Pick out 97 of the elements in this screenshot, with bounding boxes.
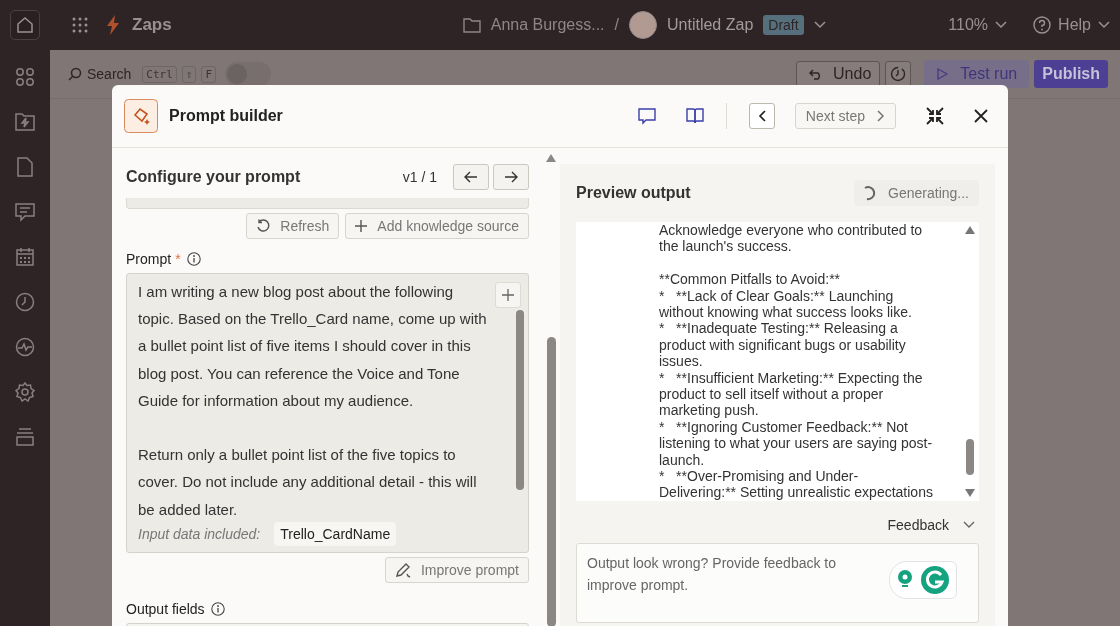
section-heading: Preview output (576, 184, 691, 202)
arrow-left-icon (464, 171, 478, 183)
search-icon (68, 67, 82, 81)
breadcrumb-separator: / (614, 16, 619, 34)
comment-icon[interactable] (637, 107, 656, 125)
chevron-down-icon (995, 21, 1008, 29)
output-line: product to sell itself without a proper (659, 386, 885, 403)
app-name[interactable]: Zaps (132, 15, 172, 35)
field-label: Prompt (126, 251, 172, 267)
improve-prompt-button[interactable]: Improve prompt (384, 557, 529, 583)
output-line: Acknowledge everyone who contributed to (659, 222, 924, 239)
chevron-left-icon (757, 110, 766, 122)
zap-title[interactable]: Untitled Zap (667, 16, 754, 34)
publish-button[interactable]: Publish (1034, 60, 1108, 88)
plus-icon (355, 220, 368, 232)
undo-button[interactable]: Undo (796, 61, 881, 87)
info-icon[interactable] (186, 252, 201, 266)
folder-name[interactable]: Anna Burgess... (490, 16, 605, 34)
avatar (629, 11, 657, 39)
data-chip[interactable]: Trello_CardName (274, 522, 397, 546)
scroll-up-icon[interactable] (965, 226, 975, 234)
insert-data-button[interactable] (495, 282, 521, 308)
book-icon[interactable] (685, 108, 704, 124)
history-button[interactable] (885, 61, 912, 87)
apps-icon[interactable] (15, 67, 35, 87)
status-badge: Draft (763, 15, 804, 35)
previous-step-button[interactable] (748, 103, 775, 129)
folder-icon (462, 17, 481, 33)
pencil-icon (394, 562, 411, 578)
output-line: * **Lack of Clear Goals:** Launching (659, 287, 895, 304)
required-mark: * (175, 251, 181, 267)
scrollbar-thumb[interactable] (516, 310, 524, 490)
output-line: launch. (659, 451, 706, 469)
scrollbar-thumb[interactable] (966, 438, 974, 475)
refresh-button[interactable]: Refresh (246, 213, 340, 239)
activity-icon[interactable] (15, 337, 35, 357)
lightning-folder-icon[interactable] (15, 112, 35, 132)
history-icon (890, 66, 907, 82)
generating-status: Generating... (854, 180, 979, 206)
chevron-down-icon (1098, 21, 1110, 29)
plus-icon (502, 289, 514, 301)
chevron-down-icon (963, 521, 975, 529)
output-line: product with significant bugs or usability (659, 336, 907, 354)
output-line: * **Over-Promising and Under- (659, 468, 860, 485)
zoom-dropdown[interactable]: 110% (948, 16, 1008, 34)
output-line: * **Ignoring Customer Feedback:** Not (659, 418, 909, 436)
scroll-down-icon[interactable] (965, 489, 975, 497)
info-icon[interactable] (210, 602, 225, 616)
output-line: Delivering:** Setting unrealistic expectations (659, 484, 934, 501)
clock-icon[interactable] (15, 292, 35, 312)
collapse-icon[interactable] (926, 107, 944, 125)
writing-assistant-widget[interactable] (889, 561, 957, 599)
arrow-right-icon (504, 171, 518, 183)
output-line: **Common Pitfalls to Avoid:** (659, 271, 842, 288)
toggle-switch[interactable] (225, 62, 272, 86)
chat-icon[interactable] (15, 202, 35, 222)
input-data-label: Input data included: (138, 526, 261, 542)
g-logo-icon (920, 565, 950, 595)
home-icon (16, 16, 34, 34)
field-label: Output fields (126, 601, 205, 617)
stack-icon[interactable] (15, 427, 35, 447)
keyboard-key: ⇧ (181, 65, 197, 83)
play-icon (936, 68, 949, 80)
prompt-field[interactable]: I am writing a new blog post about the following topic. Based on the Trello_Card name, come up with a bullet point list of five items I should cover in this blog post. You can reference the Voice and Tone Guide for information about my audience. Return only a bullet point list of the five topics to cover. Do not include any additional detail - this will be added later. Input data included: Trello_CardName (126, 273, 529, 553)
close-icon[interactable] (974, 109, 988, 123)
feedback-field[interactable]: Output look wrong? Provide feedback to improve prompt. (576, 543, 979, 623)
help-menu[interactable]: Help (1033, 16, 1110, 34)
calendar-icon[interactable] (15, 247, 35, 267)
add-knowledge-source-button[interactable]: Add knowledge source (345, 213, 529, 239)
scrollbar-thumb[interactable] (546, 337, 556, 626)
sparkle-icon (124, 99, 158, 133)
refresh-icon (256, 219, 271, 233)
output-line: listening to what your users are saying post- (659, 435, 934, 452)
output-line: issues. (659, 353, 704, 370)
next-step-button[interactable]: Next step (794, 103, 896, 129)
search-button[interactable]: Search (68, 66, 132, 82)
output-line: marketing push. (659, 402, 760, 419)
modal-title: Prompt builder (169, 107, 283, 125)
feedback-toggle[interactable]: Feedback (887, 517, 979, 533)
settings-icon[interactable] (15, 382, 35, 402)
version-label: v1 / 1 (402, 169, 437, 185)
apps-grid-icon[interactable] (72, 17, 88, 33)
home-button[interactable] (10, 10, 40, 40)
previous-version-button[interactable] (453, 164, 489, 190)
output-line: * **Inadequate Testing:** Releasing a (659, 320, 899, 337)
output-line: the launch's success. (659, 238, 793, 255)
next-version-button[interactable] (493, 164, 529, 190)
keyboard-key: F (201, 65, 217, 83)
output-line: without knowing what success looks like. (659, 304, 913, 321)
document-icon[interactable] (16, 157, 34, 177)
output-line: * **Insufficient Marketing:** Expecting the (659, 369, 924, 387)
lightning-icon (106, 15, 120, 35)
chevron-right-icon (877, 110, 885, 122)
section-heading: Configure your prompt (126, 168, 301, 186)
chevron-down-icon[interactable] (813, 21, 826, 29)
help-icon (1033, 16, 1052, 34)
keyboard-key: Ctrl (142, 65, 177, 83)
